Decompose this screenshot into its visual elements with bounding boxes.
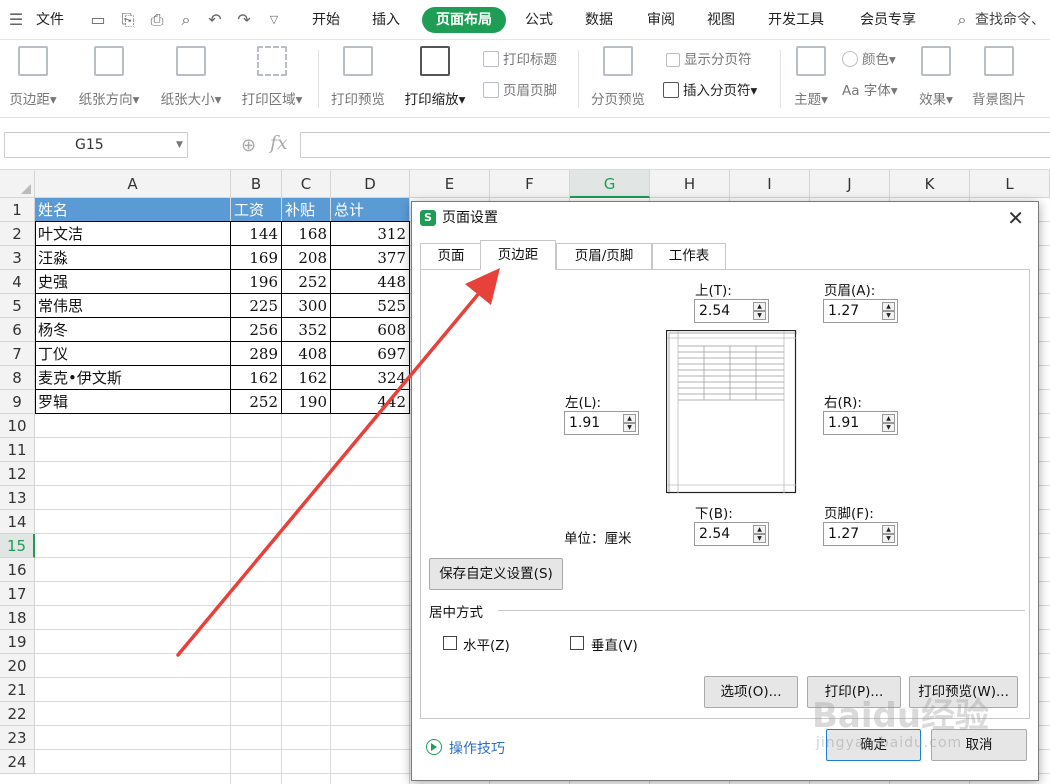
annotation-arrow bbox=[176, 268, 500, 657]
